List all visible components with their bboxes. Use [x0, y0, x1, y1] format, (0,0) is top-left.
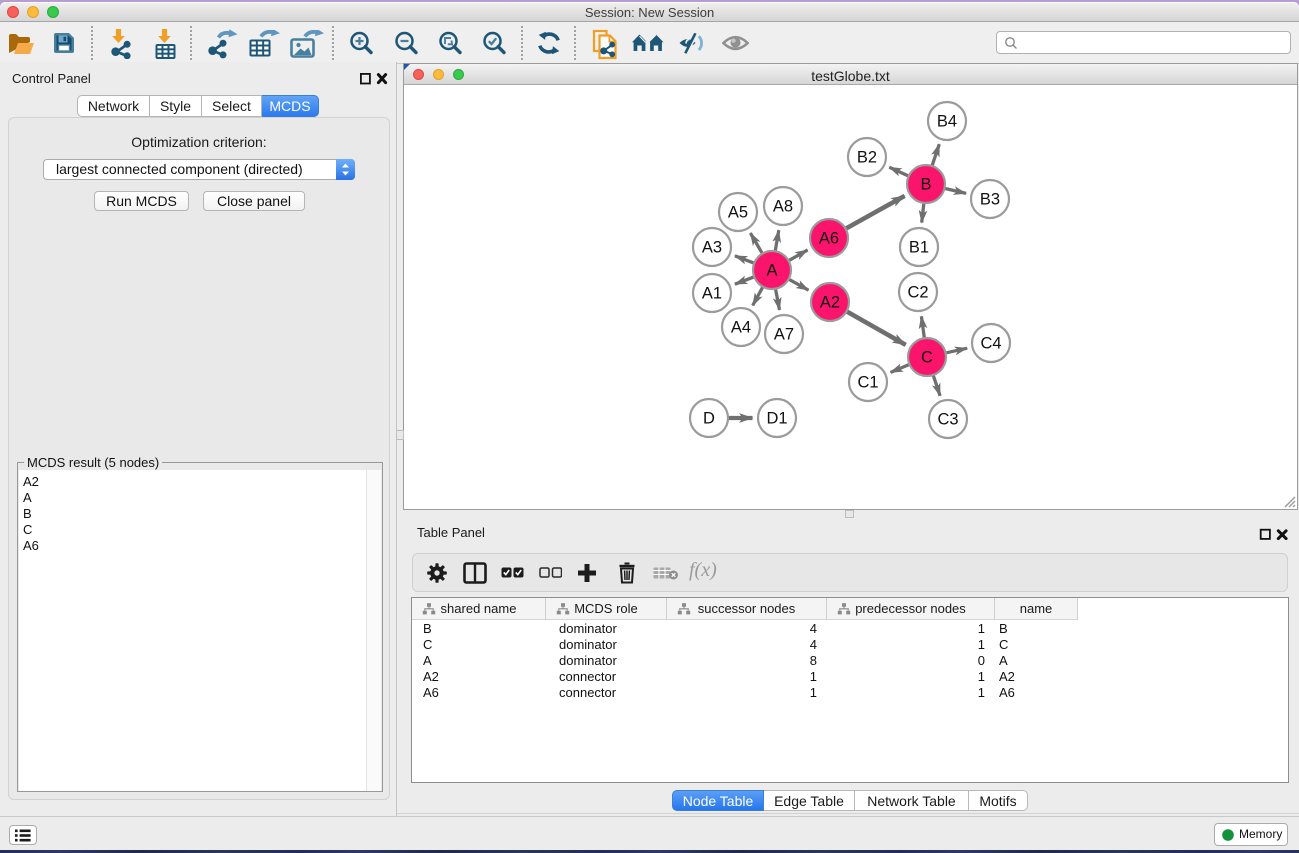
svg-text:D1: D1 [766, 410, 787, 428]
svg-text:C: C [921, 349, 933, 367]
svg-text:A2: A2 [820, 294, 840, 312]
svg-text:D: D [703, 410, 715, 428]
svg-text:A3: A3 [702, 239, 722, 257]
svg-text:A1: A1 [702, 285, 722, 303]
svg-text:C3: C3 [937, 411, 958, 429]
svg-text:B2: B2 [857, 149, 877, 167]
svg-text:A4: A4 [731, 319, 751, 337]
svg-text:A: A [766, 262, 777, 280]
svg-text:A5: A5 [728, 204, 748, 222]
svg-text:A8: A8 [773, 198, 793, 216]
svg-text:B1: B1 [909, 239, 929, 257]
svg-text:A7: A7 [774, 326, 794, 344]
svg-text:C2: C2 [907, 284, 928, 302]
svg-text:A6: A6 [819, 230, 839, 248]
svg-text:C1: C1 [857, 374, 878, 392]
svg-text:B4: B4 [937, 113, 957, 131]
svg-text:C4: C4 [980, 335, 1001, 353]
svg-text:B3: B3 [980, 191, 1000, 209]
svg-text:B: B [920, 176, 931, 194]
